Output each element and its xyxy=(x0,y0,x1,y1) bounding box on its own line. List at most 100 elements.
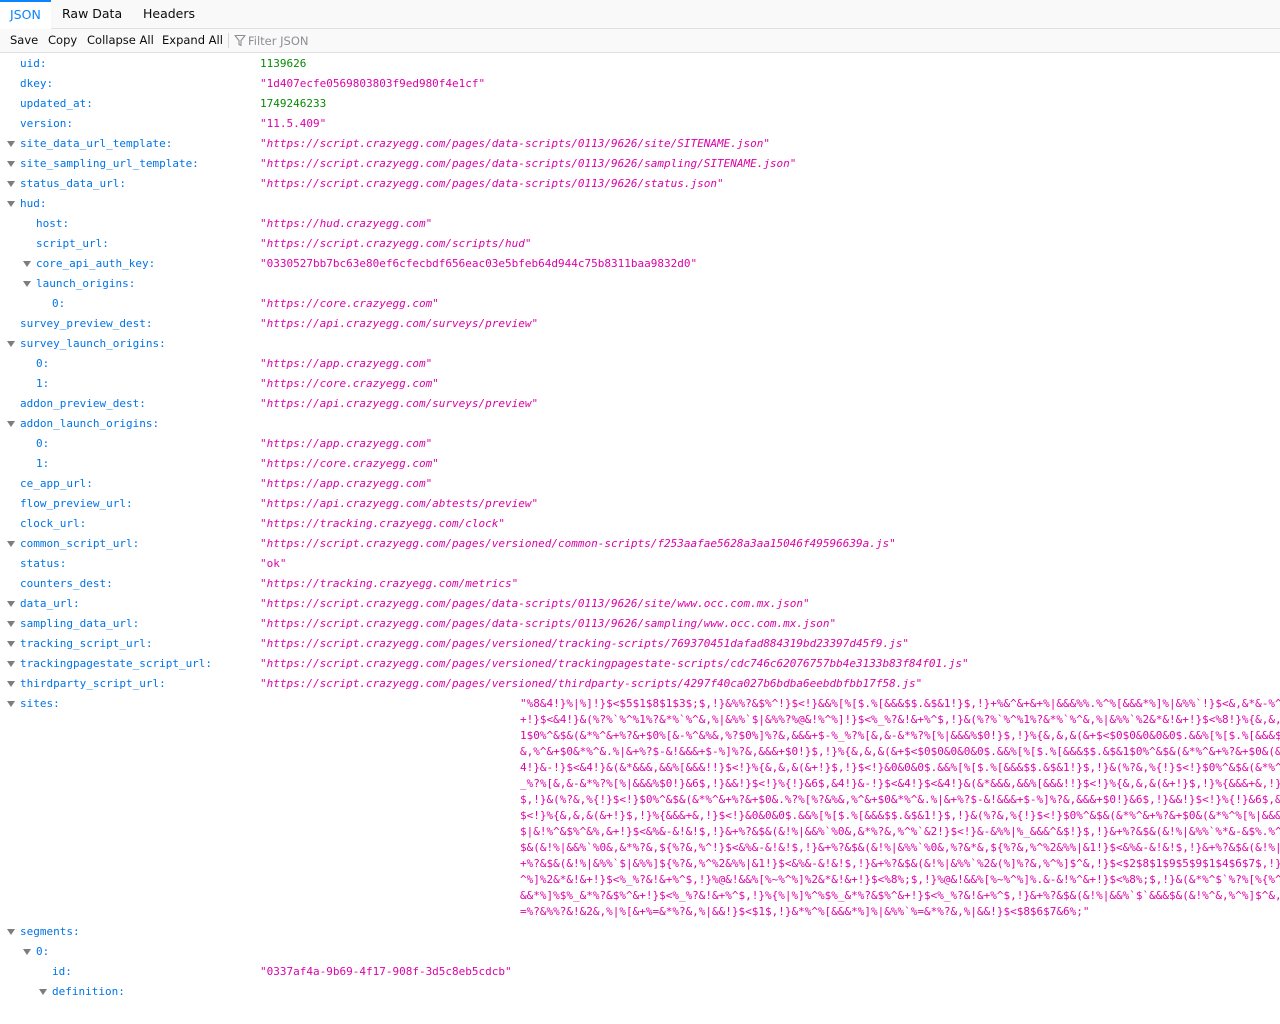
json-value: "https://script.crazyegg.com/pages/data-… xyxy=(260,157,797,170)
json-row[interactable]: core_api_auth_key: "0330527bb7bc63e80ef6c… xyxy=(0,254,1280,274)
expand-toggle-icon[interactable] xyxy=(23,949,31,955)
expand-toggle-icon[interactable] xyxy=(23,261,31,267)
json-key: definition: xyxy=(52,985,125,998)
json-value: "https://api.crazyegg.com/surveys/previe… xyxy=(260,317,539,330)
expand-toggle-icon[interactable] xyxy=(7,601,15,607)
json-key: site_data_url_template: xyxy=(20,137,173,150)
expand-toggle-icon[interactable] xyxy=(7,541,15,547)
json-value: "https://script.crazyegg.com/pages/versi… xyxy=(260,537,896,550)
filter-json-input[interactable] xyxy=(248,31,648,50)
json-row[interactable]: clock_url: "https://tracking.crazyegg.com… xyxy=(0,514,1280,534)
expand-toggle-icon[interactable] xyxy=(7,641,15,647)
expand-toggle-icon[interactable] xyxy=(23,281,31,287)
json-key: updated_at: xyxy=(20,97,93,110)
json-row[interactable]: flow_preview_url: "https://api.crazyegg.c… xyxy=(0,494,1280,514)
expand-toggle-icon[interactable] xyxy=(39,989,47,995)
json-row[interactable]: sites: "%8&4!}%|%]!}$<$5$1$8$1$3$;$,!}&%%… xyxy=(0,694,1280,922)
json-value: "https://script.crazyegg.com/scripts/hud… xyxy=(260,237,532,250)
json-row[interactable]: 0: "https://app.crazyegg.com" xyxy=(0,434,1280,454)
json-key: flow_preview_url: xyxy=(20,497,133,510)
expand-all-button[interactable]: Expand All xyxy=(162,29,223,52)
expand-toggle-icon[interactable] xyxy=(7,341,15,347)
json-key: sites: xyxy=(20,697,60,710)
collapse-all-button[interactable]: Collapse All xyxy=(87,29,154,52)
json-row[interactable]: counters_dest: "https://tracking.crazyegg… xyxy=(0,574,1280,594)
save-button[interactable]: Save xyxy=(10,29,38,52)
json-value: 1749246233 xyxy=(260,97,327,110)
json-row[interactable]: 0: "https://app.crazyegg.com" xyxy=(0,354,1280,374)
json-key: segments: xyxy=(20,925,80,938)
tab-raw-data[interactable]: Raw Data xyxy=(52,0,132,28)
expand-toggle-icon[interactable] xyxy=(7,681,15,687)
json-row[interactable]: uid: 1139626 xyxy=(0,54,1280,74)
expand-toggle-icon[interactable] xyxy=(7,661,15,667)
json-value: "https://app.crazyegg.com" xyxy=(260,477,433,490)
json-row[interactable]: tracking_script_url: "https://script.craz… xyxy=(0,634,1280,654)
json-row[interactable]: common_script_url: "https://script.crazye… xyxy=(0,534,1280,554)
expand-toggle-icon[interactable] xyxy=(7,929,15,935)
json-value: "https://core.crazyegg.com" xyxy=(260,377,439,390)
json-value: "%8&4!}%|%]!}$<$5$1$8$1$3$;$,!}&%%?&$%^!… xyxy=(520,697,1280,918)
expand-toggle-icon[interactable] xyxy=(7,141,15,147)
json-key: version: xyxy=(20,117,73,130)
json-key: 0: xyxy=(36,945,50,958)
json-row[interactable]: 1: "https://core.crazyegg.com" xyxy=(0,374,1280,394)
expand-toggle-icon[interactable] xyxy=(7,421,15,427)
json-row[interactable]: status_data_url: "https://script.crazyegg… xyxy=(0,174,1280,194)
json-row[interactable]: launch_origins: xyxy=(0,274,1280,294)
json-row[interactable]: script_url: "https://script.crazyegg.com/… xyxy=(0,234,1280,254)
expand-toggle-icon[interactable] xyxy=(7,161,15,167)
json-row[interactable]: trackingpagestate_script_url: "https://sc… xyxy=(0,654,1280,674)
json-key: survey_preview_dest: xyxy=(20,317,153,330)
json-row[interactable]: site_sampling_url_template: "https://scri… xyxy=(0,154,1280,174)
tab-json[interactable]: JSON xyxy=(0,0,51,29)
json-row[interactable]: survey_launch_origins: xyxy=(0,334,1280,354)
json-value: "0330527bb7bc63e80ef6cfecbdf656eac03e5bf… xyxy=(260,257,698,270)
expand-toggle-icon[interactable] xyxy=(7,621,15,627)
json-value: "https://script.crazyegg.com/pages/versi… xyxy=(260,637,910,650)
json-row[interactable]: updated_at: 1749246233 xyxy=(0,94,1280,114)
json-value: "https://tracking.crazyegg.com/metrics" xyxy=(260,577,519,590)
json-row[interactable]: sampling_data_url: "https://script.crazye… xyxy=(0,614,1280,634)
json-key: 0: xyxy=(36,437,50,450)
json-key: addon_launch_origins: xyxy=(20,417,160,430)
json-key: status: xyxy=(20,557,67,570)
json-row[interactable]: version: "11.5.409" xyxy=(0,114,1280,134)
tab-bar: JSON Raw Data Headers xyxy=(0,0,1280,29)
json-value: 1139626 xyxy=(260,57,307,70)
json-row[interactable]: data_url: "https://script.crazyegg.com/pa… xyxy=(0,594,1280,614)
json-row[interactable]: definition: xyxy=(0,982,1280,1002)
json-value: "https://script.crazyegg.com/pages/data-… xyxy=(260,137,770,150)
json-row[interactable]: id: "0337af4a-9b69-4f17-908f-3d5c8eb5cdcb… xyxy=(0,962,1280,982)
json-row[interactable]: segments: xyxy=(0,922,1280,942)
expand-toggle-icon[interactable] xyxy=(7,701,15,707)
json-value: "https://app.crazyegg.com" xyxy=(260,437,433,450)
json-key: tracking_script_url: xyxy=(20,637,153,650)
funnel-icon xyxy=(234,34,246,47)
json-row[interactable]: status: "ok" xyxy=(0,554,1280,574)
json-row[interactable]: host: "https://hud.crazyegg.com" xyxy=(0,214,1280,234)
json-row[interactable]: addon_launch_origins: xyxy=(0,414,1280,434)
json-key: host: xyxy=(36,217,70,230)
json-row[interactable]: survey_preview_dest: "https://api.crazyeg… xyxy=(0,314,1280,334)
json-value: "https://core.crazyegg.com" xyxy=(260,457,439,470)
json-row[interactable]: dkey: "1d407ecfe0569803803f9ed980f4e1cf" xyxy=(0,74,1280,94)
json-row[interactable]: 0: xyxy=(0,942,1280,962)
json-row[interactable]: 0: "https://core.crazyegg.com" xyxy=(0,294,1280,314)
json-value: "ok" xyxy=(260,557,287,570)
copy-button[interactable]: Copy xyxy=(48,29,77,52)
json-key: thirdparty_script_url: xyxy=(20,677,166,690)
json-key: status_data_url: xyxy=(20,177,126,190)
expand-toggle-icon[interactable] xyxy=(7,201,15,207)
json-row[interactable]: 1: "https://core.crazyegg.com" xyxy=(0,454,1280,474)
json-row[interactable]: addon_preview_dest: "https://api.crazyegg… xyxy=(0,394,1280,414)
json-value: "0337af4a-9b69-4f17-908f-3d5c8eb5cdcb" xyxy=(260,965,512,978)
json-row[interactable]: site_data_url_template: "https://script.c… xyxy=(0,134,1280,154)
expand-toggle-icon[interactable] xyxy=(7,181,15,187)
json-row[interactable]: thirdparty_script_url: "https://script.cr… xyxy=(0,674,1280,694)
tab-headers[interactable]: Headers xyxy=(133,0,205,28)
json-row[interactable]: ce_app_url: "https://app.crazyegg.com" xyxy=(0,474,1280,494)
json-row[interactable]: hud: xyxy=(0,194,1280,214)
json-key: 0: xyxy=(36,357,50,370)
json-key: survey_launch_origins: xyxy=(20,337,166,350)
